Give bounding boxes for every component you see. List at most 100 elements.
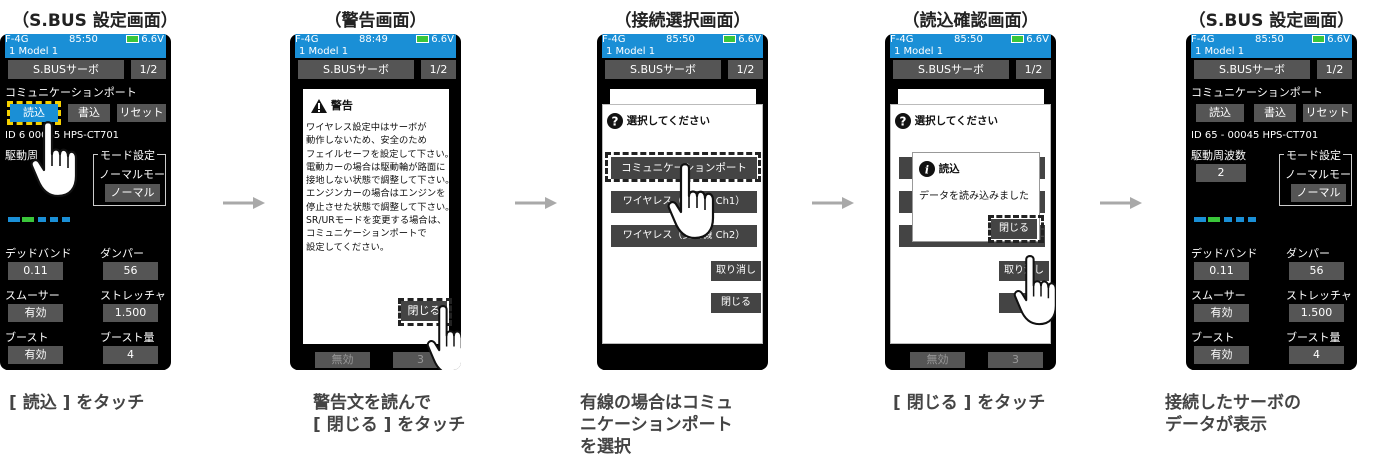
battery: 6.6V [416, 34, 454, 46]
caption-step-2: 警告文を読んで[ 閉じる ] をタッチ [313, 393, 466, 435]
select-header: ? 選択してください [607, 113, 710, 129]
boost-amount-label: ブースト量 [100, 331, 155, 344]
mode-label: モード設定 [98, 147, 157, 163]
bottom-right-value[interactable]: 3 [988, 352, 1043, 368]
caption-step-3: 有線の場合はコミュ ニケーションポート を選択 [580, 393, 733, 457]
battery: 6.6V [1011, 34, 1049, 46]
comm-port-label: コミュニケーションポート [1191, 86, 1323, 99]
stretcher-value[interactable]: 1.500 [103, 304, 158, 322]
screen-title: S.BUSサーボ [893, 60, 1009, 79]
confirm-header: i 読込 [919, 161, 960, 177]
model-name: 1 Model 1 [9, 46, 59, 57]
smoother-value[interactable]: 有効 [8, 304, 63, 322]
mode-sub: ノーマルモード [99, 168, 166, 181]
screen-title: S.BUSサーボ [605, 60, 721, 79]
status-bar: F-4G 85:50 6.6V 1 Model 1 [602, 34, 763, 58]
freq-label: 駆動周波数 [1191, 149, 1246, 162]
stretcher-label: ストレッチャー [100, 289, 166, 302]
mode-sub: ノーマルモード [1285, 168, 1352, 181]
smoother-value[interactable]: 有効 [1194, 304, 1249, 322]
band-label: F-4G [890, 34, 914, 45]
status-bar: F-4G 85:50 6.6V 1 Model 1 [1191, 34, 1352, 58]
damper-label: ダンパー [100, 247, 144, 260]
reset-button[interactable]: リセット [117, 104, 166, 122]
write-button[interactable]: 書込 [1254, 104, 1296, 122]
band-label: F-4G [1191, 34, 1215, 45]
damper-value[interactable]: 56 [1289, 262, 1344, 280]
battery: 6.6V [126, 34, 164, 46]
info-icon: i [919, 161, 935, 177]
close-button[interactable]: 閉じる [711, 293, 761, 313]
boost-label: ブースト [5, 331, 49, 344]
arrow-right-icon [515, 197, 557, 209]
warning-text: ワイヤレス設定中はサーボが 動作しないため、安全のため フェイルセーフを設定して下さ… [306, 122, 455, 253]
battery-icon [723, 35, 737, 43]
bottom-left-value[interactable]: 無効 [315, 352, 370, 368]
bottom-left-value[interactable]: 無効 [910, 352, 965, 368]
battery-icon [126, 35, 140, 43]
page-indicator[interactable]: 1/2 [421, 60, 456, 79]
deadband-value[interactable]: 0.11 [8, 262, 63, 280]
caption-step-1: [ 読込 ] をタッチ [9, 393, 145, 413]
step-title: （読込確認画面） [902, 11, 1039, 31]
freq-value[interactable]: 2 [1196, 164, 1246, 182]
timer: 88:49 [359, 34, 388, 45]
page-indicator[interactable]: 1/2 [1317, 60, 1352, 79]
deadband-value[interactable]: 0.11 [1194, 262, 1249, 280]
page-indicator[interactable]: 1/2 [728, 60, 763, 79]
band-label: F-4G [602, 34, 626, 45]
screen-title: S.BUSサーボ [8, 60, 124, 79]
battery-icon [416, 35, 430, 43]
page-indicator[interactable]: 1/2 [1016, 60, 1051, 79]
mode-value[interactable]: ノーマル [1291, 184, 1346, 202]
question-icon: ? [895, 113, 911, 129]
deadband-label: デッドバンド [1191, 247, 1258, 260]
boost-value[interactable]: 有効 [8, 346, 63, 364]
stretcher-value[interactable]: 1.500 [1289, 304, 1344, 322]
pointing-hand-icon [1013, 255, 1056, 326]
deadband-label: デッドバンド [5, 247, 72, 260]
read-button[interactable]: 読込 [1196, 104, 1244, 122]
phone-step-2: F-4G 88:49 6.6V 1 Model 1 S.BUSサーボ 1/2 警… [290, 34, 461, 370]
arrow-right-icon [812, 197, 854, 209]
timer: 85:50 [954, 34, 983, 45]
select-header: ? 選択してください [895, 113, 998, 129]
svg-text:i: i [925, 164, 929, 177]
level-meter [8, 217, 88, 222]
stretcher-label: ストレッチャー [1286, 289, 1352, 302]
caption-step-4: [ 閉じる ] をタッチ [893, 393, 1046, 413]
boost-amount-label: ブースト量 [1286, 331, 1341, 344]
servo-id: ID 65 - 00045 HPS-CT701 [1191, 130, 1319, 141]
step-title: （S.BUS 設定画面） [1188, 11, 1355, 31]
phone-step-1: F-4G 85:50 6.6V 1 Model 1 S.BUSサーボ 1/2 コ… [0, 34, 171, 370]
battery-icon [1011, 35, 1025, 43]
boost-amount-value[interactable]: 4 [103, 346, 158, 364]
page-indicator[interactable]: 1/2 [131, 60, 166, 79]
boost-amount-value[interactable]: 4 [1289, 346, 1344, 364]
step-title: （S.BUS 設定画面） [12, 11, 178, 31]
phone-step-4: F-4G 85:50 6.6V 1 Model 1 S.BUSサーボ 1/2 ?… [885, 34, 1056, 370]
phone-step-5: F-4G 85:50 6.6V 1 Model 1 S.BUSサーボ 1/2 コ… [1186, 34, 1357, 370]
screen-title: S.BUSサーボ [1194, 60, 1310, 79]
arrow-right-icon [223, 197, 265, 209]
battery-icon [1312, 35, 1326, 43]
status-bar: F-4G 85:50 6.6V 1 Model 1 [890, 34, 1051, 58]
caption-step-5: 接続したサーボの データが表示 [1165, 393, 1301, 435]
pointing-hand-icon [30, 121, 78, 198]
damper-value[interactable]: 56 [103, 262, 158, 280]
smoother-label: スムーサー [5, 289, 60, 302]
mode-label: モード設定 [1284, 147, 1343, 163]
boost-value[interactable]: 有効 [1194, 346, 1249, 364]
warning-header: 警告 [311, 97, 353, 113]
status-bar: F-4G 85:50 6.6V 1 Model 1 [5, 34, 166, 58]
svg-text:?: ? [900, 115, 907, 129]
warning-icon [311, 99, 327, 113]
step-title: （警告画面） [324, 11, 427, 31]
cancel-button[interactable]: 取り消し [711, 261, 761, 281]
mode-value[interactable]: ノーマル [105, 184, 160, 202]
reset-button[interactable]: リセット [1303, 104, 1352, 122]
boost-label: ブースト [1191, 331, 1235, 344]
phone-step-3: F-4G 85:50 6.6V 1 Model 1 S.BUSサーボ 1/2 ?… [597, 34, 768, 370]
band-label: F-4G [5, 34, 29, 45]
timer: 85:50 [1255, 34, 1284, 45]
